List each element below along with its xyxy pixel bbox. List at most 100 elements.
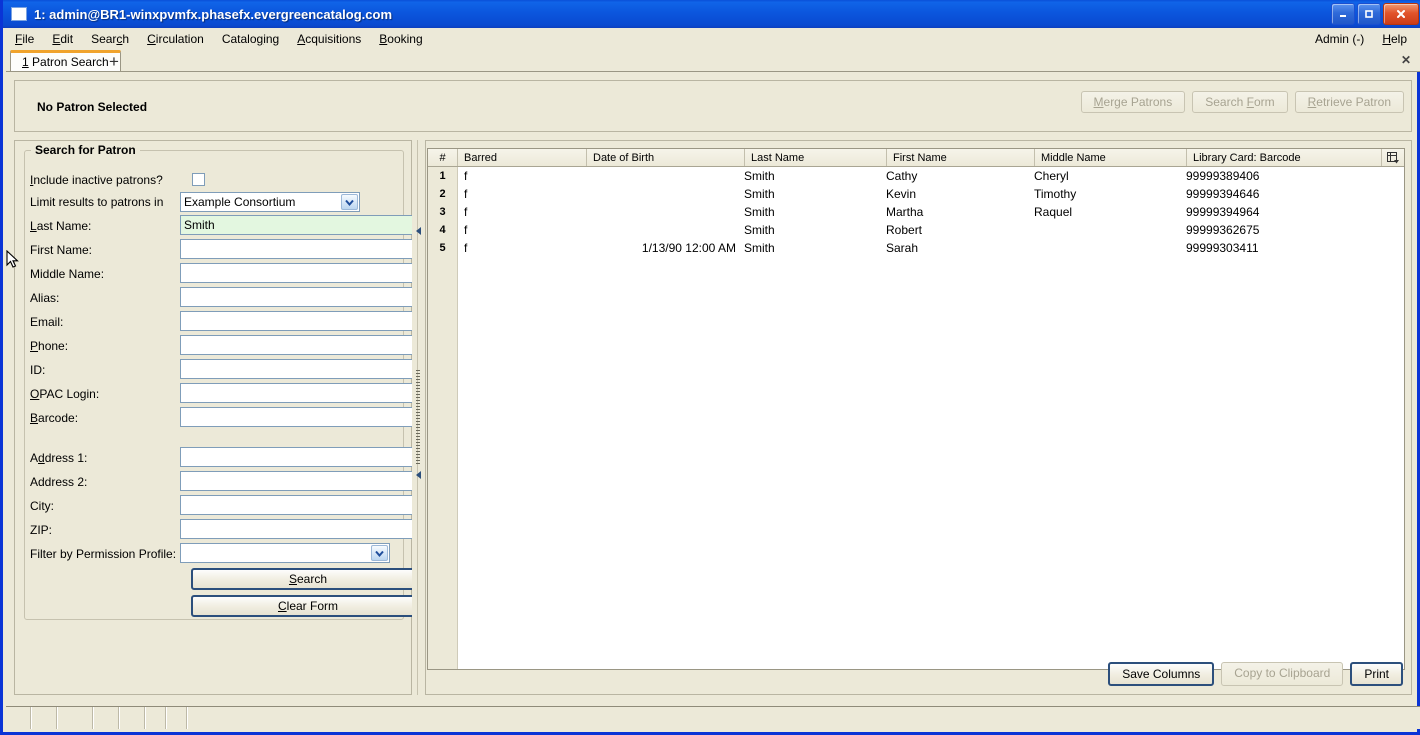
address2-input[interactable] — [180, 471, 416, 491]
search-form-button[interactable]: Search Form — [1192, 91, 1288, 113]
email-input[interactable] — [180, 311, 416, 331]
alias-input[interactable] — [180, 287, 416, 307]
middle-name-label: Middle Name: — [30, 267, 105, 281]
menu-search[interactable]: Search — [82, 30, 138, 48]
title-bar: 1: admin@BR1-winxpvmfx.phasefx.evergreen… — [3, 0, 1420, 28]
menu-bar-right: Admin (-) Help — [1306, 28, 1416, 50]
limit-results-value: Example Consortium — [184, 195, 296, 209]
column-picker-icon[interactable] — [1381, 149, 1404, 166]
address1-input[interactable] — [180, 447, 416, 467]
menu-file[interactable]: File — [6, 30, 43, 48]
limit-results-select[interactable]: Example Consortium — [180, 192, 360, 212]
last-name-label: Last Name: — [30, 219, 92, 233]
splitter-collapse-right-icon[interactable] — [414, 470, 423, 479]
table-row[interactable]: 2 f Smith Kevin Timothy 99999394646 — [428, 185, 1404, 203]
splitter-collapse-left-icon[interactable] — [414, 226, 423, 235]
new-tab-button[interactable]: + — [105, 52, 123, 70]
menu-booking[interactable]: Booking — [370, 30, 431, 48]
table-row[interactable]: 4 f Smith Robert 99999362675 — [428, 221, 1404, 239]
merge-patrons-button[interactable]: Merge Patrons — [1080, 91, 1186, 113]
column-header-first-name[interactable]: First Name — [886, 149, 1034, 166]
column-header-last-name[interactable]: Last Name — [744, 149, 886, 166]
permission-profile-row: Filter by Permission Profile: — [30, 543, 176, 565]
search-panel: Search for Patron Include inactive patro… — [14, 140, 425, 695]
permission-profile-select[interactable] — [180, 543, 390, 563]
cell-last-name: Smith — [744, 169, 775, 183]
cell-middle-name: Timothy — [1034, 187, 1077, 201]
menu-circulation[interactable]: Circulation — [138, 30, 213, 48]
cell-number: 3 — [439, 206, 446, 218]
print-button[interactable]: Print — [1350, 662, 1403, 686]
menu-edit[interactable]: Edit — [43, 30, 82, 48]
close-tab-icon[interactable]: ✕ — [1399, 53, 1413, 67]
search-button[interactable]: Search — [191, 568, 425, 590]
status-segment — [6, 707, 32, 729]
first-name-row: First Name: — [30, 239, 92, 261]
include-inactive-checkbox[interactable] — [192, 173, 205, 186]
zip-input[interactable] — [180, 519, 416, 539]
close-button[interactable] — [1383, 3, 1419, 25]
save-columns-button[interactable]: Save Columns — [1108, 662, 1215, 686]
column-header-barred[interactable]: Barred — [457, 149, 586, 166]
cell-first-name: Cathy — [886, 169, 918, 183]
cell-first-name: Robert — [886, 223, 923, 237]
tab-accesskey: 1 — [22, 55, 29, 69]
patron-summary-panel: No Patron Selected Merge Patrons Search … — [14, 80, 1412, 132]
column-header-middle-name[interactable]: Middle Name — [1034, 149, 1186, 166]
status-segment — [32, 707, 58, 729]
first-name-input[interactable] — [180, 239, 416, 259]
patron-action-buttons: Merge Patrons Search Form Retrieve Patro… — [1080, 91, 1404, 113]
cell-number: 4 — [439, 224, 446, 236]
panel-splitter[interactable] — [412, 140, 425, 695]
table-row[interactable]: 1 f Smith Cathy Cheryl 99999389406 — [428, 167, 1404, 185]
menu-acquisitions[interactable]: Acquisitions — [288, 30, 370, 48]
cell-number: 2 — [439, 188, 446, 200]
column-header-library-card-barcode[interactable]: Library Card: Barcode — [1186, 149, 1384, 166]
first-name-label: First Name: — [30, 243, 93, 257]
cell-last-name: Smith — [744, 187, 775, 201]
results-grid-header: # Barred Date of Birth Last Name First N… — [428, 149, 1404, 167]
maximize-button[interactable] — [1357, 3, 1381, 25]
column-header-number[interactable]: # — [428, 149, 457, 166]
menu-help[interactable]: Help — [1373, 30, 1416, 48]
menu-cataloging[interactable]: Cataloging — [213, 30, 288, 48]
include-inactive-label: Include inactive patrons? — [30, 173, 163, 187]
column-header-date-of-birth[interactable]: Date of Birth — [586, 149, 744, 166]
id-row: ID: — [30, 359, 45, 381]
barcode-input[interactable] — [180, 407, 416, 427]
cell-barred: f — [464, 223, 468, 237]
opac-login-input[interactable] — [180, 383, 416, 403]
phone-input[interactable] — [180, 335, 416, 355]
splitter-grip[interactable] — [416, 370, 420, 465]
retrieve-patron-button[interactable]: Retrieve Patron — [1294, 91, 1404, 113]
minimize-button[interactable] — [1331, 3, 1355, 25]
cell-last-name: Smith — [744, 241, 775, 255]
status-segment — [120, 707, 146, 729]
search-for-patron-fieldset: Search for Patron Include inactive patro… — [24, 143, 425, 620]
clear-form-button[interactable]: Clear Form — [191, 595, 425, 617]
chevron-down-icon — [371, 545, 388, 561]
include-inactive-row: Include inactive patrons? — [30, 169, 163, 191]
city-input[interactable] — [180, 495, 416, 515]
results-grid[interactable]: # Barred Date of Birth Last Name First N… — [427, 148, 1405, 670]
table-row[interactable]: 5 f 1/13/90 12:00 AM Smith Sarah 9999930… — [428, 239, 1404, 257]
cell-barred: f — [464, 169, 468, 183]
status-segment — [58, 707, 94, 729]
page-title: No Patron Selected — [37, 100, 148, 114]
city-row: City: — [30, 495, 54, 517]
address2-row: Address 2: — [30, 471, 87, 493]
menu-admin[interactable]: Admin (-) — [1306, 30, 1373, 48]
chevron-down-icon — [341, 194, 358, 210]
search-fieldset-legend: Search for Patron — [31, 143, 140, 157]
id-input[interactable] — [180, 359, 416, 379]
cell-first-name: Kevin — [886, 187, 917, 201]
cell-date-of-birth — [586, 203, 736, 221]
id-label: ID: — [30, 363, 46, 377]
middle-name-input[interactable] — [180, 263, 416, 283]
cell-barcode: 99999394964 — [1186, 205, 1260, 219]
cell-number: 5 — [439, 242, 446, 254]
table-row[interactable]: 3 f Smith Martha Raquel 99999394964 — [428, 203, 1404, 221]
last-name-input[interactable] — [180, 215, 416, 235]
copy-to-clipboard-button[interactable]: Copy to Clipboard — [1221, 662, 1344, 686]
cell-last-name: Smith — [744, 223, 775, 237]
